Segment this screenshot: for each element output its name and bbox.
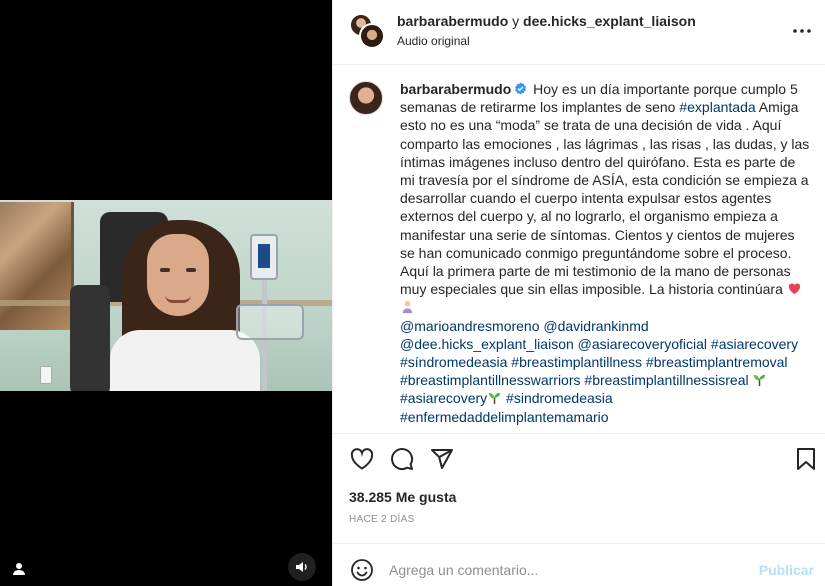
- username-link[interactable]: barbarabermudo: [397, 13, 508, 29]
- wall-outlet: [40, 366, 52, 384]
- bookmark-icon[interactable]: [793, 446, 819, 472]
- separator-text: y: [512, 13, 520, 29]
- woman-face: [147, 234, 209, 316]
- post-comment-button[interactable]: Publicar: [759, 562, 814, 578]
- hashtag-link[interactable]: #enfermedaddelimplantemamario: [400, 409, 609, 425]
- hashtag-link[interactable]: #asiarecovery: [711, 336, 798, 352]
- share-icon[interactable]: [429, 446, 455, 472]
- seedling-emoji-icon: [754, 375, 766, 387]
- caption-username[interactable]: barbarabermudo: [400, 81, 511, 97]
- avatar: [359, 23, 385, 49]
- hashtag-link[interactable]: #asiarecovery: [400, 390, 487, 406]
- collab-avatars[interactable]: [349, 13, 385, 49]
- woman-emoji-icon: [402, 301, 413, 314]
- mention-link[interactable]: @dee.hicks_explant_liaison: [400, 336, 574, 352]
- chair-arm: [70, 285, 110, 391]
- avatar[interactable]: [349, 81, 383, 115]
- caption-body: Amiga esto no es una “moda” se trata de …: [400, 99, 810, 298]
- post-side-panel: barbarabermudo y dee.hicks_explant_liais…: [332, 0, 825, 586]
- smile: [165, 295, 191, 303]
- seedling-emoji-icon: [489, 393, 501, 405]
- white-shirt: [110, 330, 260, 391]
- comment-bar: Publicar: [333, 543, 825, 586]
- right-eye: [186, 268, 196, 272]
- comment-input[interactable]: [389, 557, 749, 583]
- like-count[interactable]: 38.285 Me gusta: [349, 489, 456, 505]
- speaker-icon[interactable]: [288, 553, 316, 581]
- caption-text: barbarabermudo Hoy es un día importante …: [400, 80, 812, 426]
- username-link[interactable]: dee.hicks_explant_liaison: [523, 13, 696, 29]
- user-tag-icon[interactable]: [10, 560, 28, 578]
- media-panel: [0, 0, 332, 586]
- post-header: barbarabermudo y dee.hicks_explant_liais…: [333, 0, 825, 65]
- collab-usernames: barbarabermudo y dee.hicks_explant_liais…: [397, 13, 696, 29]
- hashtag-link[interactable]: #breastimplantillnessisreal: [584, 372, 748, 388]
- post-video[interactable]: [0, 200, 332, 391]
- post-actions: [333, 444, 825, 476]
- verified-badge-icon: [515, 82, 527, 95]
- emoji-icon[interactable]: [349, 557, 375, 583]
- post-timestamp: HACE 2 DÍAS: [349, 514, 415, 525]
- mention-link[interactable]: @marioandresmoreno: [400, 318, 540, 334]
- hashtag-link[interactable]: #breastimplantremoval: [646, 354, 788, 370]
- heart-hands-emoji-icon: [788, 283, 800, 295]
- post-caption: barbarabermudo Hoy es un día importante …: [333, 66, 825, 434]
- mention-link[interactable]: @davidrankinmd: [543, 318, 648, 334]
- comment-icon[interactable]: [389, 446, 415, 472]
- left-eye: [160, 268, 170, 272]
- heart-icon[interactable]: [349, 446, 375, 472]
- mention-link[interactable]: @asiarecoveryoficial: [578, 336, 707, 352]
- wire-basket: [236, 304, 304, 340]
- hashtag-link[interactable]: #breastimplantillness: [511, 354, 642, 370]
- hashtag-link[interactable]: #explantada: [679, 99, 755, 115]
- more-options-icon[interactable]: [790, 19, 814, 43]
- hashtag-link[interactable]: #breastimplantillnesswarriors: [400, 372, 581, 388]
- hashtag-link[interactable]: #síndromedeasia: [400, 354, 507, 370]
- audio-link[interactable]: Audio original: [397, 34, 470, 48]
- hashtag-link[interactable]: #sindromedeasia: [506, 390, 613, 406]
- wall-painting: [0, 202, 74, 330]
- monitor-screen: [258, 244, 270, 268]
